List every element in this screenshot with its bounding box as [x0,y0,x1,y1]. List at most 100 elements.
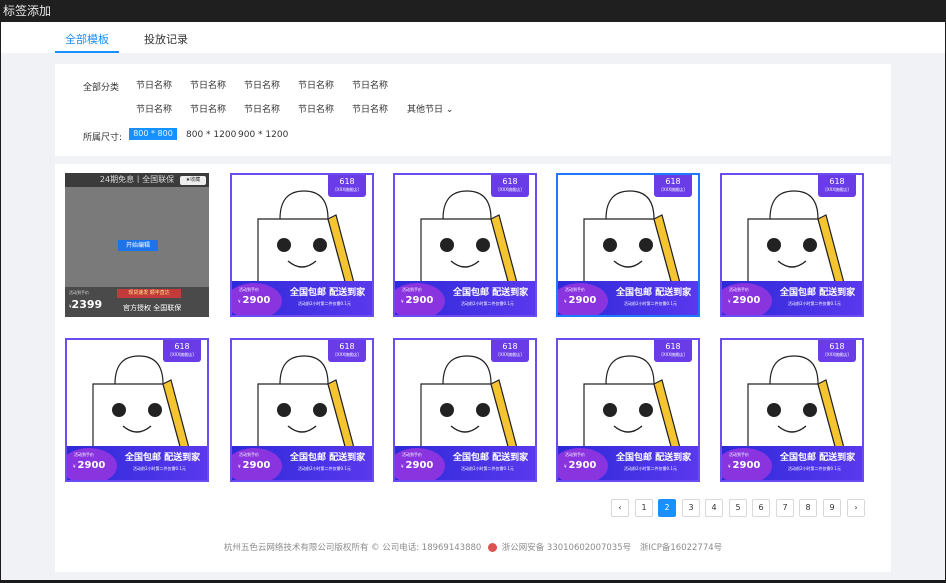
price-value: 2399 [71,298,103,311]
window-title: 标签添加 [0,0,946,22]
badge-title: 618 [665,177,681,186]
card-price: ¥2900 [728,295,760,306]
badge-618: 618 [XXX旗舰店] [328,175,366,197]
template-card[interactable]: 618 [XXX旗舰店] 活动到手价 ¥2900 全国包邮 配送到家 活动前2小… [556,338,700,482]
template-card[interactable]: 618 [XXX旗舰店] 活动到手价 ¥2900 全国包邮 配送到家 活动前2小… [393,338,537,482]
badge-sub: [XXX旗舰店] [335,352,359,357]
price-value: 2900 [405,460,434,471]
more-festivals-dropdown[interactable]: 其他节日 ⌄ [407,102,453,115]
badge-sub: [XXX旗舰店] [825,352,849,357]
card-banner: 活动到手价 ¥2900 全国包邮 配送到家 活动前2小时第二件仅需0.1元 [558,446,698,480]
favorite-label: 收藏 [190,177,201,183]
page-footer: 杭州五色云网络技术有限公司版权所有 © 公司电话: 18969143880 浙公… [55,541,891,553]
badge-618: 618 [XXX旗舰店] [328,340,366,362]
card-banner: 活动到手价 ¥2900 全国包邮 配送到家 活动前2小时第二件仅需0.1元 [395,281,535,315]
category-item[interactable]: 节日名称 [244,102,280,115]
size-option-active[interactable]: 800 * 800 [129,128,177,140]
badge-618: 618 [XXX旗舰店] [654,175,692,197]
chevron-left-icon[interactable]: ‹ [611,499,629,517]
page-button[interactable]: 4 [705,499,723,517]
badge-sub: [XXX旗舰店] [661,187,685,192]
card-subline: 活动前2小时第二件仅需0.1元 [298,466,351,471]
card-price: ¥2900 [238,295,270,306]
template-grid-panel: 24期免息丨全国联保 ★收藏 开始编辑 现货速发 顺丰直达 活动到手价 ¥239… [55,164,891,572]
page-button[interactable]: 9 [823,499,841,517]
card-price: ¥2900 [564,460,596,471]
size-option[interactable]: 800 * 1200 [186,130,236,140]
category-item[interactable]: 节日名称 [244,78,280,91]
card-headline: 全国包邮 配送到家 [125,453,201,463]
template-card[interactable]: 618 [XXX旗舰店] 活动到手价 ¥2900 全国包邮 配送到家 活动前2小… [720,338,864,482]
card-subline: 活动前2小时第二件仅需0.1元 [461,301,514,306]
price-label: 活动到手价 [74,452,94,457]
template-card[interactable]: 618 [XXX旗舰店] 活动到手价 ¥2900 全国包邮 配送到家 活动前2小… [65,338,209,482]
page-button[interactable]: 5 [729,499,747,517]
badge-618: 618 [XXX旗舰店] [818,175,856,197]
category-item[interactable]: 节日名称 [190,102,226,115]
template-card[interactable]: 618 [XXX旗舰店] 活动到手价 ¥2900 全国包邮 配送到家 活动前2小… [393,173,537,317]
tab-all-templates[interactable]: 全部模板 [65,31,109,47]
price-value: 2900 [732,295,761,306]
tab-bar: 全部模板 投放记录 [1,22,945,53]
badge-title: 618 [339,177,355,186]
template-card[interactable]: 618 [XXX旗舰店] 活动到手价 ¥2900 全国包邮 配送到家 活动前2小… [720,173,864,317]
page-button[interactable]: 2 [658,499,676,517]
page-button[interactable]: 7 [776,499,794,517]
category-item[interactable]: 节日名称 [136,78,172,91]
police-badge-icon [488,542,497,552]
badge-618: 618 [XXX旗舰店] [654,340,692,362]
chevron-right-icon[interactable]: › [847,499,865,517]
price-label: 活动到手价 [402,452,422,457]
price-label: 活动到手价 [239,452,259,457]
badge-sub: [XXX旗舰店] [498,187,522,192]
card-banner: 活动到手价 ¥2900 全国包邮 配送到家 活动前2小时第二件仅需0.1元 [232,281,372,315]
page-button[interactable]: 1 [635,499,653,517]
page-button[interactable]: 6 [752,499,770,517]
price-value: 2900 [242,460,271,471]
currency-symbol: ¥ [238,464,241,469]
page-button[interactable]: 8 [799,499,817,517]
page-button[interactable]: 3 [682,499,700,517]
price-value: 2900 [77,460,106,471]
currency-symbol: ¥ [728,299,731,304]
category-item[interactable]: 节日名称 [136,102,172,115]
badge-title: 618 [502,177,518,186]
card-headline: 全国包邮 配送到家 [290,453,366,463]
badge-618: 618 [XXX旗舰店] [491,175,529,197]
app-window: 全部模板 投放记录 全部分类 节日名称 节日名称 节日名称 节日名称 节日名称 … [1,22,945,580]
card-subline: 活动前2小时第二件仅需0.1元 [788,301,841,306]
currency-symbol: ¥ [401,299,404,304]
category-item[interactable]: 节日名称 [352,78,388,91]
category-item[interactable]: 节日名称 [298,78,334,91]
currency-symbol: ¥ [238,299,241,304]
template-card[interactable]: 618 [XXX旗舰店] 活动到手价 ¥2900 全国包邮 配送到家 活动前2小… [230,173,374,317]
card-headline: 全国包邮 配送到家 [780,288,856,298]
tab-delivery-records[interactable]: 投放记录 [144,31,188,47]
template-card[interactable]: 618 [XXX旗舰店] 活动到手价 ¥2900 全国包邮 配送到家 活动前2小… [556,173,700,317]
price-label: 活动到手价 [239,287,259,292]
card-headline: 全国包邮 配送到家 [453,453,529,463]
badge-title: 618 [829,342,845,351]
card-price: ¥2900 [238,460,270,471]
favorite-button[interactable]: ★收藏 [180,176,206,185]
template-card[interactable]: 618 [XXX旗舰店] 活动到手价 ¥2900 全国包邮 配送到家 活动前2小… [230,338,374,482]
category-item[interactable]: 节日名称 [190,78,226,91]
badge-title: 618 [339,342,355,351]
currency-symbol: ¥ [401,464,404,469]
price-label: 活动到手价 [729,287,749,292]
category-item[interactable]: 节日名称 [352,102,388,115]
badge-sub: [XXX旗舰店] [825,187,849,192]
currency-symbol: ¥ [564,464,567,469]
template-card-hover[interactable]: 24期免息丨全国联保 ★收藏 开始编辑 现货速发 顺丰直达 活动到手价 ¥239… [65,173,209,317]
card-subline: 活动前2小时第二件仅需0.1元 [624,301,677,306]
card-banner: 活动到手价 ¥2900 全国包邮 配送到家 活动前2小时第二件仅需0.1元 [722,281,862,315]
currency-symbol: ¥ [728,464,731,469]
start-edit-button[interactable]: 开始编辑 [118,240,158,251]
price-label: 活动到手价 [565,452,585,457]
category-item[interactable]: 节日名称 [298,102,334,115]
size-option[interactable]: 900 * 1200 [238,130,288,140]
price-label: 活动到手价 [402,287,422,292]
footer-company: 杭州五色云网络技术有限公司版权所有 © 公司电话: 18969143880 [223,543,482,553]
card-headline: 全国包邮 配送到家 [616,288,692,298]
card-subline: 活动前2小时第二件仅需0.1元 [461,466,514,471]
